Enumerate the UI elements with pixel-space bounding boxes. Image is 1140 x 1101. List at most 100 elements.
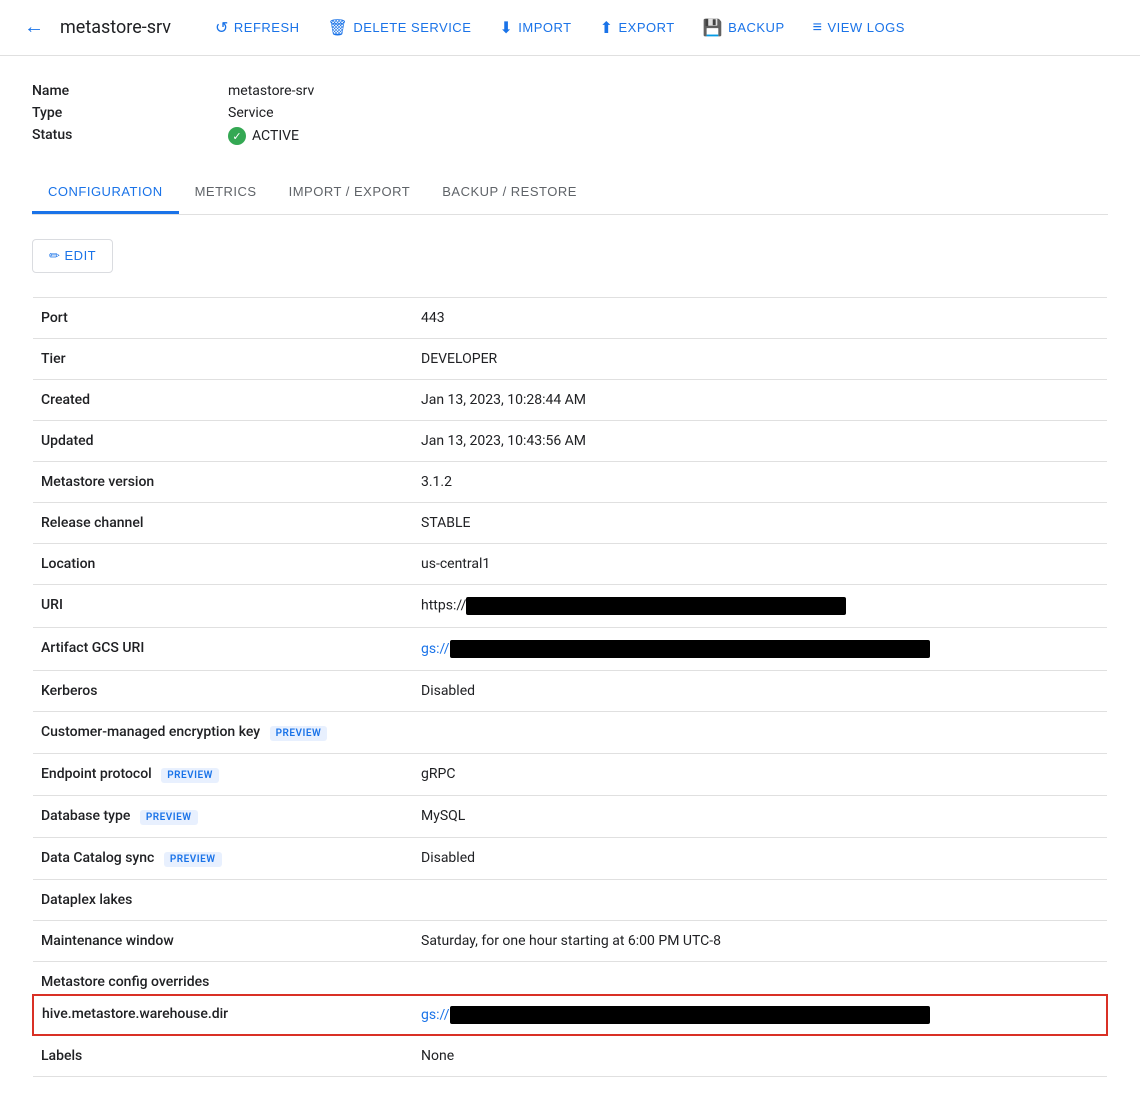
uri-prefix: https:// <box>421 598 466 614</box>
name-value: metastore-srv <box>212 80 314 102</box>
top-bar: ← metastore-srv ↺ REFRESH 🗑 DELETE SERVI… <box>0 0 1140 56</box>
config-key: Metastore config overrides <box>33 962 1107 996</box>
config-value <box>413 712 1107 754</box>
override-key: hive.metastore.warehouse.dir <box>33 995 413 1035</box>
type-value: Service <box>212 102 314 124</box>
import-button[interactable]: ⬇ IMPORT <box>487 10 583 46</box>
artifact-gcs-uri-link[interactable]: gs:// <box>421 641 930 657</box>
config-key: Artifact GCS URI <box>33 628 413 671</box>
config-key: Database type PREVIEW <box>33 796 413 838</box>
status-active: ✓ ACTIVE <box>228 127 314 145</box>
config-value: Jan 13, 2023, 10:28:44 AM <box>413 380 1107 421</box>
tab-import-export[interactable]: IMPORT / EXPORT <box>273 172 427 214</box>
config-value: Jan 13, 2023, 10:43:56 AM <box>413 421 1107 462</box>
config-key: Data Catalog sync PREVIEW <box>33 838 413 880</box>
override-row: hive.metastore.warehouse.dir gs:// <box>33 995 1107 1035</box>
config-value: STABLE <box>413 503 1107 544</box>
table-row: Port 443 <box>33 298 1107 339</box>
redacted-uri <box>466 597 846 615</box>
refresh-icon: ↺ <box>215 18 229 38</box>
status-label: Status <box>32 124 212 148</box>
config-key: Maintenance window <box>33 921 413 962</box>
table-row: Release channel STABLE <box>33 503 1107 544</box>
delete-icon: 🗑 <box>328 18 349 38</box>
config-value: Saturday, for one hour starting at 6:00 … <box>413 921 1107 962</box>
table-row: Metastore config overrides <box>33 962 1107 996</box>
table-row: Customer-managed encryption key PREVIEW <box>33 712 1107 754</box>
config-key: Location <box>33 544 413 585</box>
preview-badge: PREVIEW <box>161 768 219 783</box>
config-value: https:// <box>413 585 1107 628</box>
config-value: None <box>413 1035 1107 1077</box>
config-value: gRPC <box>413 754 1107 796</box>
refresh-button[interactable]: ↺ REFRESH <box>203 10 312 46</box>
table-row: Endpoint protocol PREVIEW gRPC <box>33 754 1107 796</box>
redacted-override-value <box>450 1006 930 1024</box>
config-value <box>413 880 1107 921</box>
import-icon: ⬇ <box>499 18 513 38</box>
edit-button[interactable]: ✏ EDIT <box>32 239 113 273</box>
backup-icon: 💾 <box>703 18 723 38</box>
config-key: Updated <box>33 421 413 462</box>
preview-badge: PREVIEW <box>164 852 222 867</box>
config-value: gs:// <box>413 628 1107 671</box>
config-value: us-central1 <box>413 544 1107 585</box>
export-button[interactable]: ⬆ EXPORT <box>588 10 687 46</box>
table-row: Metastore version 3.1.2 <box>33 462 1107 503</box>
config-value: Disabled <box>413 838 1107 880</box>
export-icon: ⬆ <box>600 18 614 38</box>
config-key: Endpoint protocol PREVIEW <box>33 754 413 796</box>
tab-metrics[interactable]: METRICS <box>179 172 273 214</box>
config-value: 443 <box>413 298 1107 339</box>
page-title: metastore-srv <box>60 17 171 38</box>
table-row: Database type PREVIEW MySQL <box>33 796 1107 838</box>
config-table: Port 443 Tier DEVELOPER Created Jan 13, … <box>32 297 1108 1077</box>
back-icon: ← <box>24 16 44 39</box>
table-row: Created Jan 13, 2023, 10:28:44 AM <box>33 380 1107 421</box>
tab-backup-restore[interactable]: BACKUP / RESTORE <box>426 172 593 214</box>
table-row: Maintenance window Saturday, for one hou… <box>33 921 1107 962</box>
config-value: DEVELOPER <box>413 339 1107 380</box>
service-info: Name metastore-srv Type Service Status ✓… <box>0 56 1140 164</box>
config-key: Tier <box>33 339 413 380</box>
table-row: Location us-central1 <box>33 544 1107 585</box>
back-button[interactable]: ← <box>24 12 52 43</box>
config-value: 3.1.2 <box>413 462 1107 503</box>
content-area: ✏ EDIT Port 443 Tier DEVELOPER Created J… <box>0 215 1140 1101</box>
name-row: Name metastore-srv <box>32 80 314 102</box>
type-row: Type Service <box>32 102 314 124</box>
config-value: MySQL <box>413 796 1107 838</box>
info-table: Name metastore-srv Type Service Status ✓… <box>32 80 314 148</box>
preview-badge: PREVIEW <box>270 726 328 741</box>
config-key: Metastore version <box>33 462 413 503</box>
config-key: Labels <box>33 1035 413 1077</box>
status-cell: ✓ ACTIVE <box>212 124 314 148</box>
config-key: Customer-managed encryption key PREVIEW <box>33 712 413 754</box>
type-label: Type <box>32 102 212 124</box>
table-row: Dataplex lakes <box>33 880 1107 921</box>
table-row: Labels None <box>33 1035 1107 1077</box>
config-key: URI <box>33 585 413 628</box>
table-row: URI https:// <box>33 585 1107 628</box>
tab-configuration[interactable]: CONFIGURATION <box>32 172 179 214</box>
name-label: Name <box>32 80 212 102</box>
logs-icon: ≡ <box>813 19 823 37</box>
status-row: Status ✓ ACTIVE <box>32 124 314 148</box>
redacted-gcs-uri <box>450 640 930 658</box>
backup-button[interactable]: 💾 BACKUP <box>691 10 797 46</box>
override-gs-prefix: gs:// <box>421 1007 450 1023</box>
table-row: Tier DEVELOPER <box>33 339 1107 380</box>
table-row: Artifact GCS URI gs:// <box>33 628 1107 671</box>
config-key: Created <box>33 380 413 421</box>
view-logs-button[interactable]: ≡ VIEW LOGS <box>801 11 917 45</box>
override-gcs-link[interactable]: gs:// <box>421 1007 930 1023</box>
config-key: Port <box>33 298 413 339</box>
status-value: ACTIVE <box>252 128 299 144</box>
config-key: Kerberos <box>33 671 413 712</box>
top-actions: ↺ REFRESH 🗑 DELETE SERVICE ⬇ IMPORT ⬆ EX… <box>203 10 917 46</box>
override-value: gs:// <box>413 995 1107 1035</box>
delete-service-button[interactable]: 🗑 DELETE SERVICE <box>316 10 484 46</box>
config-key: Dataplex lakes <box>33 880 413 921</box>
config-key: Release channel <box>33 503 413 544</box>
table-row: Data Catalog sync PREVIEW Disabled <box>33 838 1107 880</box>
